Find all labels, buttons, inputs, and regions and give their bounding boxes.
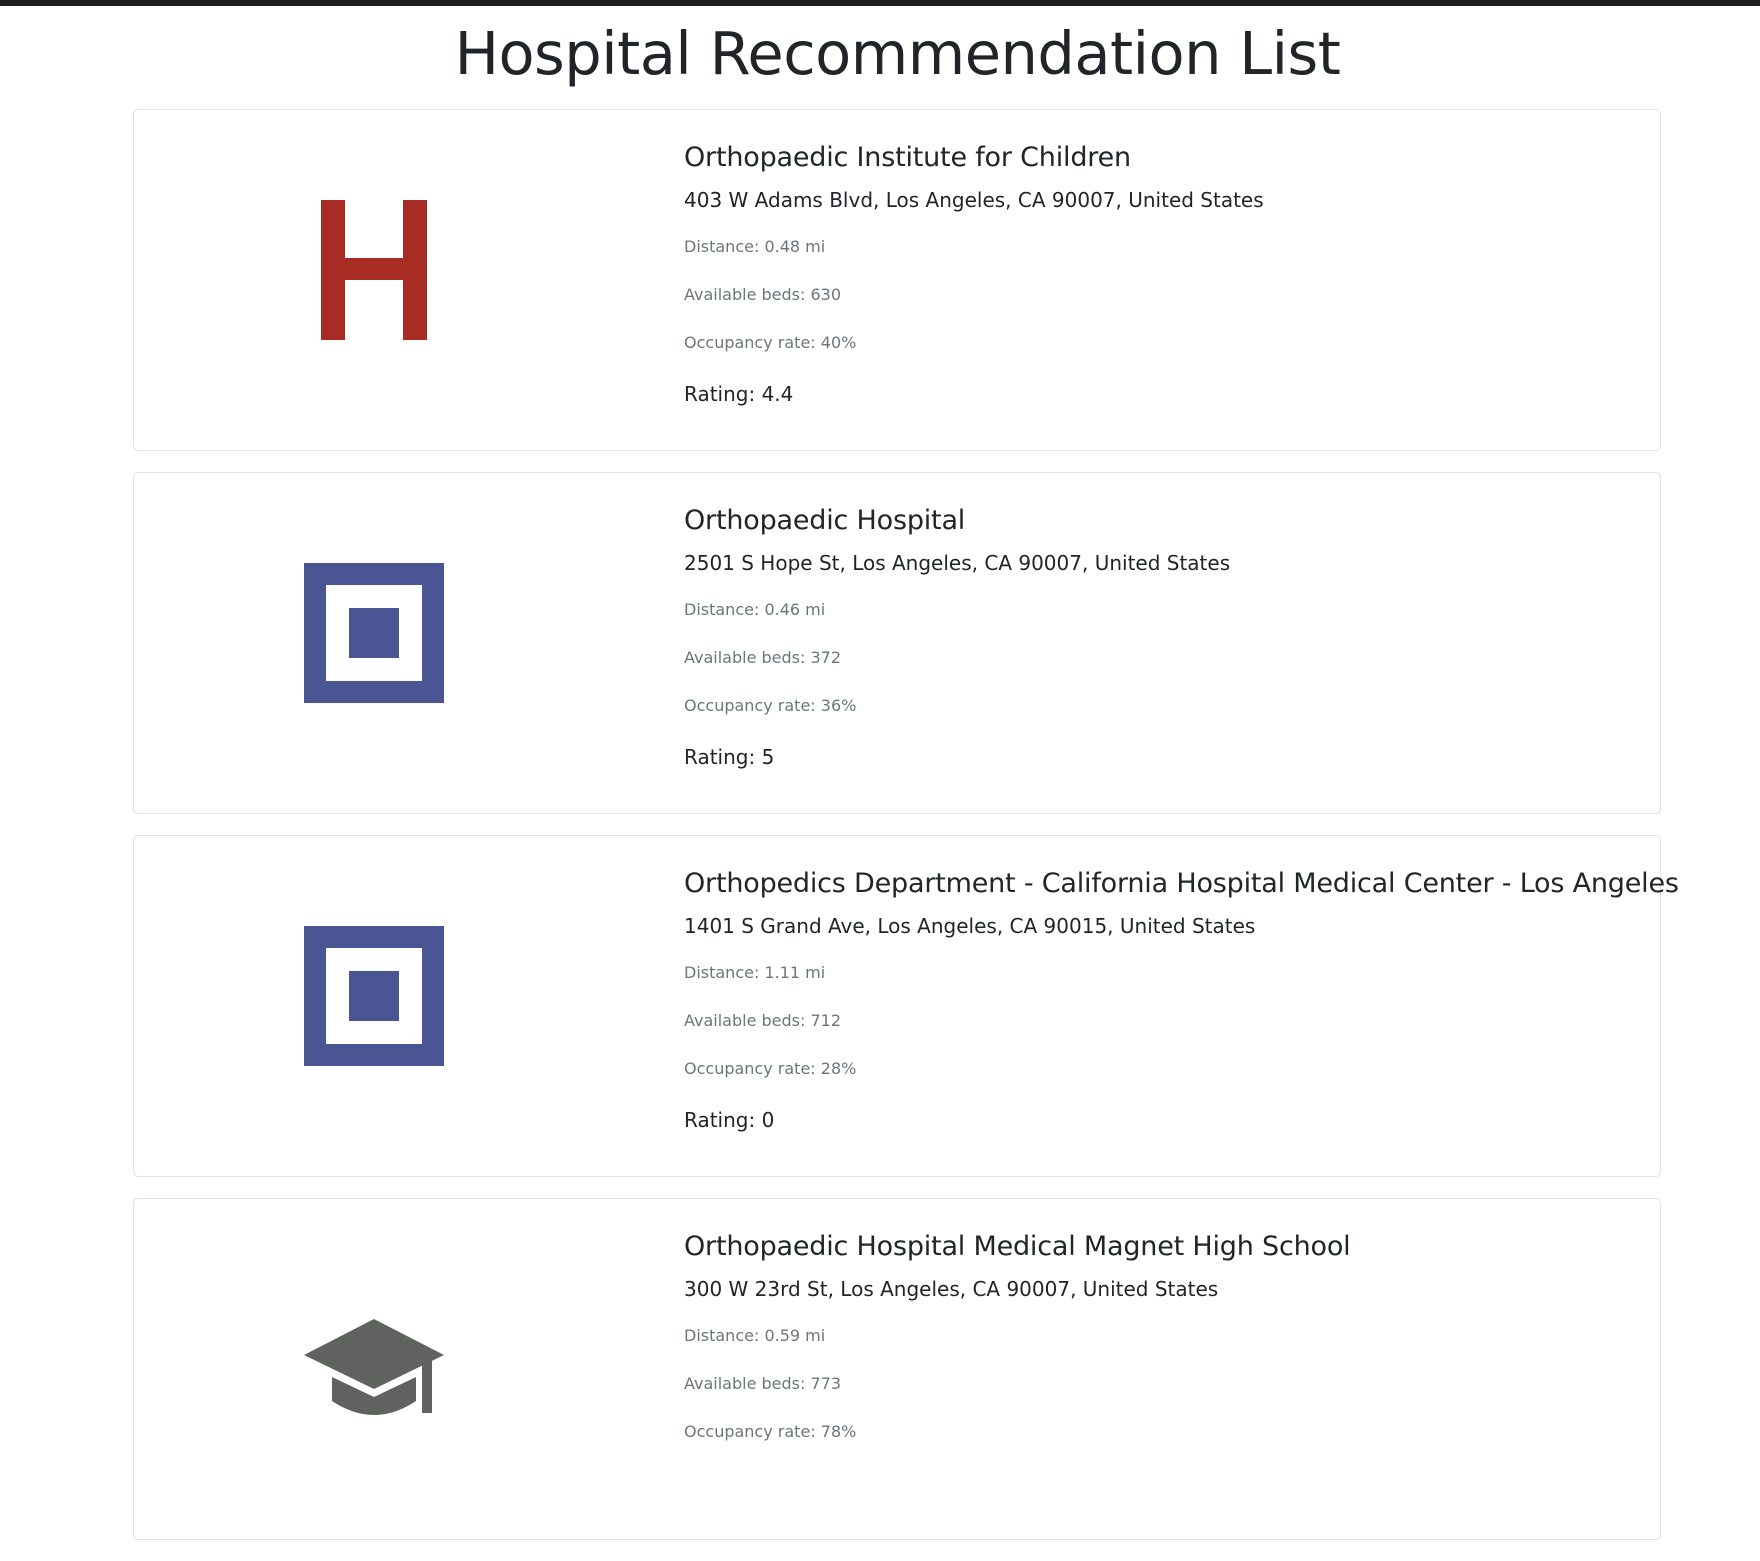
hospital-list: Orthopaedic Institute for Children 403 W…: [133, 109, 1679, 1561]
hospital-available-beds: Available beds: 712: [684, 1011, 842, 1030]
hospital-name[interactable]: Orthopaedic Hospital: [684, 501, 1620, 541]
hospital-card[interactable]: Orthopaedic Hospital 2501 S Hope St, Los…: [133, 472, 1661, 814]
hospital-available-beds: Available beds: 630: [684, 285, 842, 304]
hospital-info: Orthopaedic Hospital Medical Magnet High…: [684, 1227, 1620, 1444]
hospital-info: Orthopaedic Institute for Children 403 W…: [684, 138, 1620, 409]
hospital-distance: Distance: 1.11 mi: [684, 963, 826, 982]
hospital-address: 2501 S Hope St, Los Angeles, CA 90007, U…: [684, 551, 1231, 575]
hospital-name[interactable]: Orthopaedic Institute for Children: [684, 138, 1620, 178]
hospital-occupancy-rate: Occupancy rate: 28%: [684, 1059, 857, 1078]
hospital-occupancy-rate: Occupancy rate: 78%: [684, 1422, 857, 1441]
window-top-bar: [0, 0, 1760, 6]
hospital-card[interactable]: Orthopedics Department - California Hosp…: [133, 835, 1679, 1177]
hospital-info: Orthopaedic Hospital 2501 S Hope St, Los…: [684, 501, 1620, 772]
hospital-name[interactable]: Orthopaedic Hospital Medical Magnet High…: [684, 1227, 1620, 1267]
hospital-address: 403 W Adams Blvd, Los Angeles, CA 90007,…: [684, 188, 1264, 212]
hospital-h-icon: [304, 200, 444, 340]
hospital-rating: Rating: 0: [684, 1108, 775, 1132]
hospital-distance: Distance: 0.59 mi: [684, 1326, 826, 1345]
hospital-occupancy-rate: Occupancy rate: 36%: [684, 696, 857, 715]
hospital-rating: Rating: 4.4: [684, 382, 794, 406]
building-icon: [304, 926, 444, 1066]
graduation-cap-icon: [304, 1289, 444, 1429]
hospital-address: 1401 S Grand Ave, Los Angeles, CA 90015,…: [684, 914, 1256, 938]
hospital-distance: Distance: 0.48 mi: [684, 237, 826, 256]
hospital-name[interactable]: Orthopedics Department - California Hosp…: [684, 864, 1679, 904]
hospital-info: Orthopedics Department - California Hosp…: [684, 864, 1679, 1135]
hospital-available-beds: Available beds: 372: [684, 648, 842, 667]
hospital-card[interactable]: Orthopaedic Institute for Children 403 W…: [133, 109, 1661, 451]
hospital-distance: Distance: 0.46 mi: [684, 600, 826, 619]
hospital-rating: Rating: 5: [684, 745, 775, 769]
hospital-available-beds: Available beds: 773: [684, 1374, 842, 1393]
hospital-occupancy-rate: Occupancy rate: 40%: [684, 333, 857, 352]
hospital-card[interactable]: Orthopaedic Hospital Medical Magnet High…: [133, 1198, 1661, 1540]
page-title: Hospital Recommendation List: [454, 19, 1341, 88]
building-icon: [304, 563, 444, 703]
hospital-address: 300 W 23rd St, Los Angeles, CA 90007, Un…: [684, 1277, 1219, 1301]
